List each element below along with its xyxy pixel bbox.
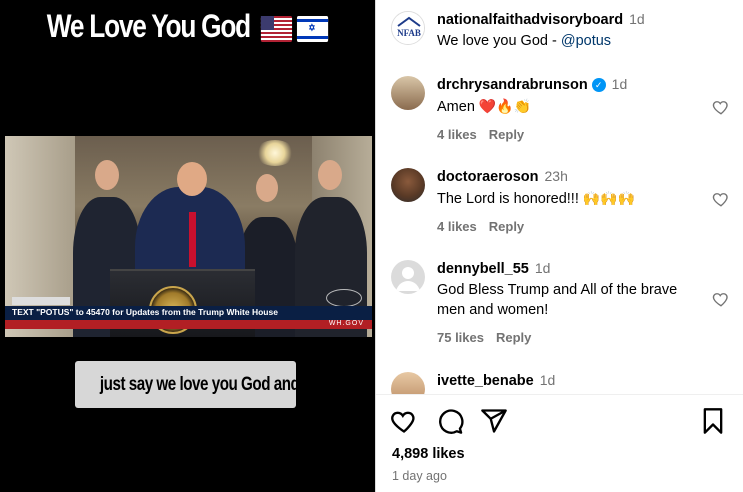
caption-text: just say we love you God and bbox=[99, 374, 300, 395]
comment-likes[interactable]: 4 likes bbox=[437, 127, 477, 142]
caption-text: We love you God - bbox=[437, 33, 561, 49]
video-title-overlay: We Love You God ✡ bbox=[34, 8, 342, 45]
like-heart-icon[interactable] bbox=[712, 190, 730, 208]
comment-emoji: 🙌🙌🙌 bbox=[582, 190, 636, 206]
person-head bbox=[318, 160, 342, 190]
post-author[interactable]: nationalfaithadvisoryboard bbox=[437, 12, 623, 28]
lower-third-text: TEXT "POTUS" to 45470 for Updates from t… bbox=[12, 307, 278, 317]
reply-button[interactable]: Reply bbox=[496, 330, 531, 345]
comment-text: God Bless Trump and All of the brave men… bbox=[437, 282, 678, 318]
comment-time[interactable]: 1d bbox=[540, 372, 556, 388]
comment-time[interactable]: 23h bbox=[545, 168, 568, 184]
video-frame: TEXT "POTUS" to 45470 for Updates from t… bbox=[5, 136, 372, 337]
share-icon[interactable] bbox=[480, 407, 508, 435]
avatar[interactable] bbox=[391, 260, 425, 294]
comment: drchrysandrabrunson ✓ 1d Amen ❤️🔥👏 4 likes… bbox=[391, 76, 736, 146]
like-count[interactable]: 4,898 likes bbox=[392, 446, 465, 462]
mention-link[interactable]: @potus bbox=[561, 33, 611, 49]
avatar[interactable] bbox=[391, 76, 425, 110]
video-title-text: We Love You God bbox=[46, 8, 251, 44]
verified-badge-icon: ✓ bbox=[591, 78, 606, 92]
comment-username[interactable]: dennybell_55 bbox=[437, 261, 529, 277]
chandelier bbox=[255, 140, 295, 166]
comments-list[interactable]: NFAB nationalfaithadvisoryboard 1d We lov… bbox=[376, 0, 743, 394]
comment-username[interactable]: doctoraeroson bbox=[437, 169, 539, 185]
comment-text: The Lord is honored!!! bbox=[437, 191, 579, 207]
comment-likes[interactable]: 4 likes bbox=[437, 219, 477, 234]
comment-username[interactable]: ivette_benabe bbox=[437, 373, 534, 389]
comment-time[interactable]: 1d bbox=[612, 76, 628, 92]
white-house-logo bbox=[326, 289, 362, 307]
heart-icon[interactable] bbox=[390, 407, 418, 435]
speaker-head bbox=[177, 162, 207, 196]
avatar[interactable]: NFAB bbox=[391, 11, 425, 45]
comment: dennybell_55 1d God Bless Trump and All o… bbox=[391, 260, 736, 350]
red-tie bbox=[189, 212, 196, 267]
comment-body: ivette_benabe 1d bbox=[437, 372, 707, 390]
video-caption: just say we love you God and bbox=[75, 361, 300, 408]
comments-panel: NFAB nationalfaithadvisoryboard 1d We lov… bbox=[375, 0, 743, 492]
bookmark-icon[interactable] bbox=[699, 407, 727, 435]
israel-flag-icon: ✡ bbox=[297, 15, 329, 42]
red-bar bbox=[5, 320, 372, 329]
like-heart-icon[interactable] bbox=[712, 98, 730, 116]
comment-username[interactable]: drchrysandrabrunson bbox=[437, 77, 588, 93]
comment-likes[interactable]: 75 likes bbox=[437, 330, 484, 345]
avatar[interactable] bbox=[391, 168, 425, 202]
post-caption: NFAB nationalfaithadvisoryboard 1d We lov… bbox=[391, 11, 736, 51]
person-head bbox=[256, 174, 278, 202]
comment: doctoraeroson 23h The Lord is honored!!! … bbox=[391, 168, 736, 238]
comment-emoji: ❤️🔥👏 bbox=[478, 98, 532, 114]
comment-time[interactable]: 1d bbox=[535, 260, 551, 276]
like-heart-icon[interactable] bbox=[712, 290, 730, 308]
post-actions: 4,898 likes 1 day ago bbox=[376, 394, 743, 492]
default-avatar-icon bbox=[396, 267, 420, 291]
comment-body: dennybell_55 1d God Bless Trump and All o… bbox=[437, 260, 707, 345]
live-tag bbox=[12, 297, 70, 305]
comment-text: Amen bbox=[437, 99, 475, 115]
post-time[interactable]: 1d bbox=[629, 11, 645, 27]
post-timestamp[interactable]: 1 day ago bbox=[392, 469, 447, 483]
svg-text:NFAB: NFAB bbox=[397, 28, 421, 38]
comment-icon[interactable] bbox=[436, 407, 464, 435]
comment: ivette_benabe 1d bbox=[391, 372, 736, 394]
comment-body: drchrysandrabrunson ✓ 1d Amen ❤️🔥👏 4 likes… bbox=[437, 76, 707, 142]
person-head bbox=[95, 160, 119, 190]
nfab-logo-icon: NFAB bbox=[392, 12, 424, 44]
comment-body: doctoraeroson 23h The Lord is honored!!! … bbox=[437, 168, 707, 234]
caption-body: nationalfaithadvisoryboard 1d We love you… bbox=[437, 11, 707, 51]
video-player[interactable]: We Love You God ✡ TEXT "POTUS" to 45470 … bbox=[0, 0, 375, 492]
avatar[interactable] bbox=[391, 372, 425, 394]
us-flag-icon bbox=[260, 15, 293, 42]
watermark-text: WH.GOV bbox=[328, 320, 364, 327]
reply-button[interactable]: Reply bbox=[489, 127, 524, 142]
reply-button[interactable]: Reply bbox=[489, 219, 524, 234]
